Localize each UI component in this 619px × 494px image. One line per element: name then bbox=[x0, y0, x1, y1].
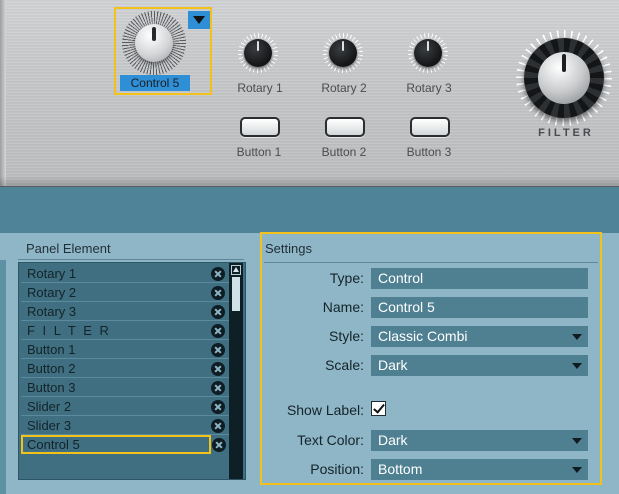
scale-label: Scale: bbox=[325, 357, 364, 373]
list-item[interactable]: Button 3 bbox=[21, 378, 229, 397]
type-field: Control bbox=[371, 268, 588, 289]
control-5-label: Control 5 bbox=[120, 75, 190, 91]
list-item[interactable]: Rotary 2 bbox=[21, 283, 229, 302]
rotary-1-knob[interactable] bbox=[238, 33, 278, 73]
filter-knob[interactable] bbox=[516, 30, 616, 126]
list-item[interactable]: F I L T E R bbox=[21, 321, 229, 340]
list-item-label: Control 5 bbox=[27, 437, 80, 452]
knob-body[interactable] bbox=[414, 39, 442, 67]
list-item[interactable]: Button 2 bbox=[21, 359, 229, 378]
remove-icon[interactable] bbox=[211, 324, 225, 338]
list-item[interactable]: Slider 3 bbox=[21, 416, 229, 435]
knob-cap[interactable] bbox=[538, 52, 590, 104]
scroll-up-icon[interactable] bbox=[231, 265, 241, 275]
remove-icon[interactable] bbox=[212, 438, 226, 452]
left-divider bbox=[0, 260, 6, 494]
rotary-2-knob[interactable] bbox=[323, 33, 363, 73]
list-item-label: Slider 3 bbox=[27, 418, 72, 433]
list-item-label: Button 2 bbox=[27, 361, 76, 376]
rotary-1-label: Rotary 1 bbox=[237, 81, 283, 95]
button-3-label: Button 3 bbox=[406, 145, 452, 159]
show-label-label: Show Label: bbox=[286, 402, 364, 418]
panel-element-title: Panel Element bbox=[26, 241, 111, 256]
style-label: Style: bbox=[328, 328, 364, 344]
divider bbox=[18, 259, 244, 260]
remove-icon[interactable] bbox=[211, 381, 225, 395]
rotary-3-label: Rotary 3 bbox=[406, 81, 452, 95]
list-item[interactable]: Button 1 bbox=[21, 340, 229, 359]
remove-icon[interactable] bbox=[211, 305, 225, 319]
button-2-label: Button 2 bbox=[321, 145, 367, 159]
divider bbox=[264, 262, 598, 263]
text-color-label: Text Color: bbox=[297, 432, 364, 448]
remove-icon[interactable] bbox=[211, 362, 225, 376]
list-item-selected[interactable]: Control 5 bbox=[21, 435, 226, 454]
knob-body[interactable] bbox=[329, 39, 357, 67]
name-field[interactable]: Control 5 bbox=[371, 297, 588, 318]
rotary-2-label: Rotary 2 bbox=[321, 81, 367, 95]
list-item-label: F I L T E R bbox=[27, 323, 111, 338]
list-item[interactable]: Slider 2 bbox=[21, 397, 229, 416]
list-item[interactable]: Rotary 3 bbox=[21, 302, 229, 321]
scale-dropdown[interactable]: Dark bbox=[371, 355, 588, 376]
settings-title: Settings bbox=[265, 241, 312, 256]
list-item-label: Slider 2 bbox=[27, 399, 72, 414]
remove-icon[interactable] bbox=[211, 419, 225, 433]
name-label: Name: bbox=[322, 299, 364, 315]
button-1-label: Button 1 bbox=[236, 145, 282, 159]
button-2[interactable] bbox=[325, 117, 365, 137]
style-dropdown[interactable]: Classic Combi bbox=[371, 326, 588, 347]
list-item-label: Button 3 bbox=[27, 380, 76, 395]
control-5-knob-selected[interactable]: Control 5 bbox=[114, 7, 212, 95]
show-label-checkbox[interactable] bbox=[371, 401, 386, 416]
list-scrollbar[interactable] bbox=[229, 263, 243, 479]
knob-cap[interactable] bbox=[135, 24, 173, 62]
remove-icon[interactable] bbox=[211, 286, 225, 300]
knob-body[interactable] bbox=[244, 39, 272, 67]
list-item[interactable]: Rotary 1 bbox=[21, 264, 229, 283]
remove-icon[interactable] bbox=[211, 400, 225, 414]
control-menu-dropdown-icon[interactable] bbox=[188, 11, 210, 29]
text-color-dropdown[interactable]: Dark bbox=[371, 430, 588, 451]
button-3[interactable] bbox=[410, 117, 450, 137]
rotary-3-knob[interactable] bbox=[408, 33, 448, 73]
list-item-label: Rotary 3 bbox=[27, 304, 77, 319]
panel-element-list[interactable]: Rotary 1 Rotary 2 Rotary 3 F I L T E R B… bbox=[18, 262, 246, 480]
list-item-label: Rotary 1 bbox=[27, 266, 77, 281]
remove-icon[interactable] bbox=[211, 343, 225, 357]
filter-label: FILTER bbox=[538, 127, 594, 139]
position-label: Position: bbox=[310, 461, 364, 477]
device-panel: Control 5 Rotary 1 Rotary 2 Rotary 3 But… bbox=[0, 0, 619, 187]
remove-icon[interactable] bbox=[211, 267, 225, 281]
button-1[interactable] bbox=[240, 117, 280, 137]
list-item-label: Rotary 2 bbox=[27, 285, 77, 300]
type-label: Type: bbox=[329, 270, 364, 286]
scroll-thumb[interactable] bbox=[232, 277, 240, 311]
list-item-label: Button 1 bbox=[27, 342, 76, 357]
position-dropdown[interactable]: Bottom bbox=[371, 459, 588, 480]
